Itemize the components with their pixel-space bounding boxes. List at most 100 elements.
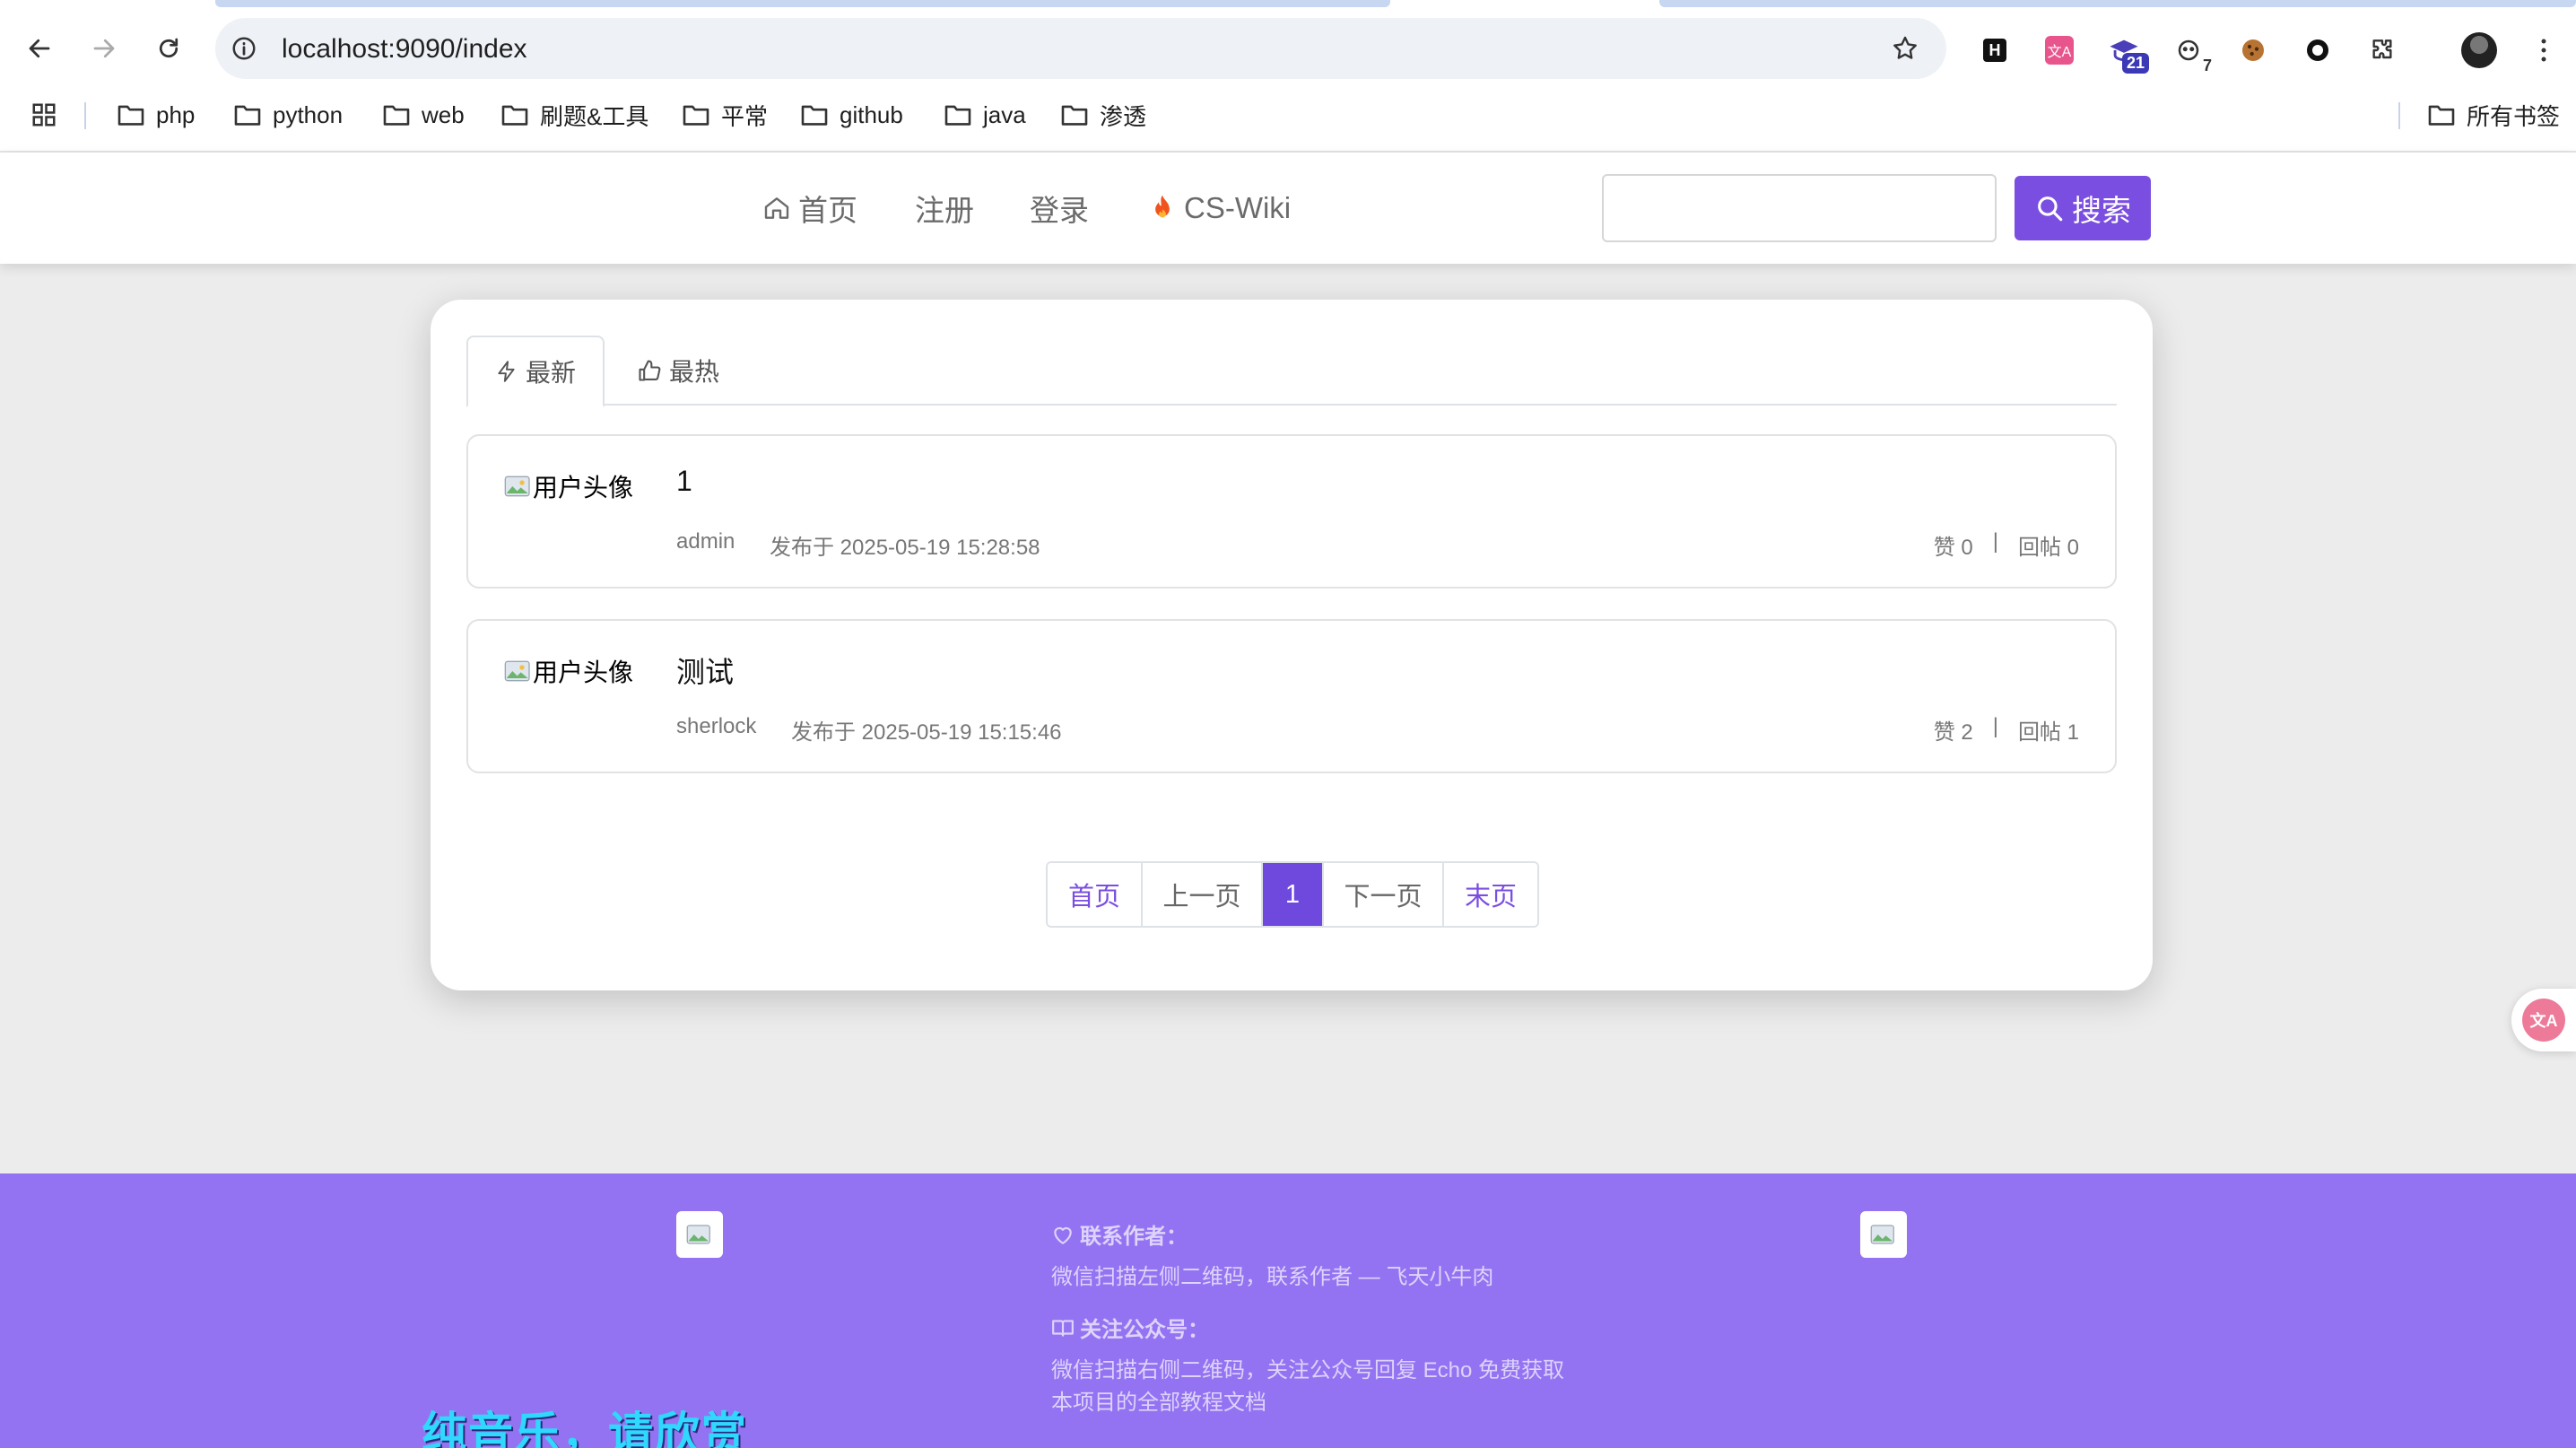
page-first-button[interactable]: 首页 [1048,863,1143,926]
bookmark-folder-php[interactable]: php [117,93,195,136]
bookmark-folder-pentest[interactable]: 渗透 [1060,93,1146,136]
nav-login-link[interactable]: 登录 [1030,187,1089,230]
browser-toolbar: localhost:9090/index H 文A 21 7 [0,11,2576,86]
post-list-card: 最新 最热 用户头像 1 admin 发布于 2025-05-19 15:28:… [431,300,2153,990]
search-input[interactable] [1602,174,1997,242]
bookmark-folder-github[interactable]: github [800,93,903,136]
lightning-icon [498,361,515,382]
forward-arrow-icon [93,39,115,58]
folder-icon [501,105,528,126]
page-next-button[interactable]: 下一页 [1324,863,1444,926]
pagination: 首页 上一页 1 下一页 末页 [1046,861,1539,928]
home-icon [764,197,789,219]
bookmark-folder-tools[interactable]: 刷题&工具 [500,93,648,136]
nav-wiki-link[interactable]: CS-Wiki [1148,187,1291,230]
bookmarks-separator [2398,102,2400,129]
bookmark-folder-java[interactable]: java [944,93,1026,136]
bookmark-label: java [983,100,1026,128]
post-item[interactable]: 用户头像 1 admin 发布于 2025-05-19 15:28:58 赞 0… [466,434,2117,589]
tab-latest-label: 最新 [526,359,577,387]
book-icon [1052,1319,1074,1337]
folder-icon [683,105,709,126]
post-title[interactable]: 测试 [676,650,734,691]
back-button[interactable] [18,27,61,70]
broken-image-icon [504,475,530,497]
qr-code-image-left [676,1211,723,1258]
broken-image-icon [504,660,530,682]
search-button[interactable]: 搜索 [2015,176,2151,240]
folder-icon [117,105,144,126]
folder-icon [944,105,971,126]
post-stats: 赞 2 | 回帖 1 [1934,714,2079,746]
post-replies: 回帖 1 [2017,720,2079,745]
cookie-extension-icon[interactable] [2233,31,2273,70]
site-info-icon[interactable] [228,32,260,65]
extension-badge: 21 [2121,53,2149,74]
stats-separator: | [1992,714,1998,738]
post-title[interactable]: 1 [676,465,692,498]
bookmark-folder-daily[interactable]: 平常 [682,93,768,136]
bookmark-folder-python[interactable]: python [233,93,343,136]
bookmark-label: github [840,100,903,128]
heart-icon [1054,1226,1072,1244]
graduation-extension-icon[interactable]: 21 [2104,31,2149,74]
nav-wiki-label: CS-Wiki [1184,191,1292,224]
page-current-button[interactable]: 1 [1263,863,1324,926]
avatar-alt-text: 用户头像 [533,474,634,502]
bookmark-label: 所有书签 [2467,102,2561,130]
contact-heading: 联系作者： [1051,1218,1188,1250]
fire-icon [1155,195,1170,218]
tab-hottest[interactable]: 最热 [610,336,746,406]
url-text[interactable]: localhost:9090/index [282,34,527,65]
folder-icon [383,105,410,126]
bookmark-label: python [273,100,344,128]
apps-grid-icon[interactable] [30,93,57,136]
bookmark-star-icon[interactable] [1887,31,1923,66]
all-bookmarks-folder[interactable]: 所有书签 [2427,93,2560,136]
back-arrow-icon [29,39,50,58]
site-navbar: 首页 注册 登录 CS-Wiki 搜索 [0,153,2576,264]
post-author[interactable]: admin [676,529,735,554]
nav-home-link[interactable]: 首页 [762,187,857,230]
extension-h-icon[interactable]: H [1975,31,2015,70]
forward-button[interactable] [83,27,126,70]
reload-icon [159,38,178,58]
music-overlay-text: 纯音乐，请欣赏 [422,1409,748,1448]
extensions-puzzle-icon[interactable] [2363,31,2402,70]
bookmarks-bar: php python web 刷题&工具 平常 github java 渗透 所… [0,93,2576,136]
page-prev-button[interactable]: 上一页 [1143,863,1263,926]
address-bar[interactable]: localhost:9090/index [215,18,1946,79]
browser-menu-icon[interactable] [2524,31,2563,70]
thumbs-up-icon [639,360,661,381]
floating-translate-button[interactable]: 文A [2511,989,2576,1051]
contact-title: 联系作者： [1080,1225,1188,1249]
page-last-button[interactable]: 末页 [1444,863,1537,926]
profile-avatar-icon[interactable] [2459,31,2499,70]
qr-code-image-right [1860,1211,1907,1258]
nav-login-label: 登录 [1030,194,1089,227]
post-author[interactable]: sherlock [676,714,756,739]
panda-extension-icon[interactable]: 7 [2169,31,2212,74]
user-avatar[interactable]: 用户头像 [504,653,633,689]
broken-image-icon [1870,1225,1894,1244]
reload-button[interactable] [147,27,190,70]
nav-register-link[interactable]: 注册 [915,187,974,230]
user-avatar[interactable]: 用户头像 [504,468,633,504]
bookmark-label: web [422,100,465,128]
post-likes: 赞 2 [1933,720,1973,745]
bookmark-label: php [156,100,196,128]
sort-tabs: 最新 最热 [466,336,2117,407]
translate-extension-icon[interactable]: 文A [2040,31,2079,70]
site-footer: 联系作者： 微信扫描左侧二维码，联系作者 — 飞天小牛肉 关注公众号： 微信扫描… [0,1173,2576,1448]
tab-latest[interactable]: 最新 [466,336,605,407]
post-date: 发布于 2025-05-19 15:15:46 [791,720,1062,745]
post-replies: 回帖 0 [2017,536,2079,560]
circle-extension-icon[interactable] [2298,31,2337,70]
follow-heading: 关注公众号： [1051,1312,1209,1343]
search-button-label: 搜索 [2072,194,2131,227]
bookmark-folder-web[interactable]: web [382,93,465,136]
nav-home-label: 首页 [798,194,857,227]
post-item[interactable]: 用户头像 测试 sherlock 发布于 2025-05-19 15:15:46… [466,619,2117,773]
stats-separator: | [1992,529,1998,554]
post-stats: 赞 0 | 回帖 0 [1934,529,2079,561]
